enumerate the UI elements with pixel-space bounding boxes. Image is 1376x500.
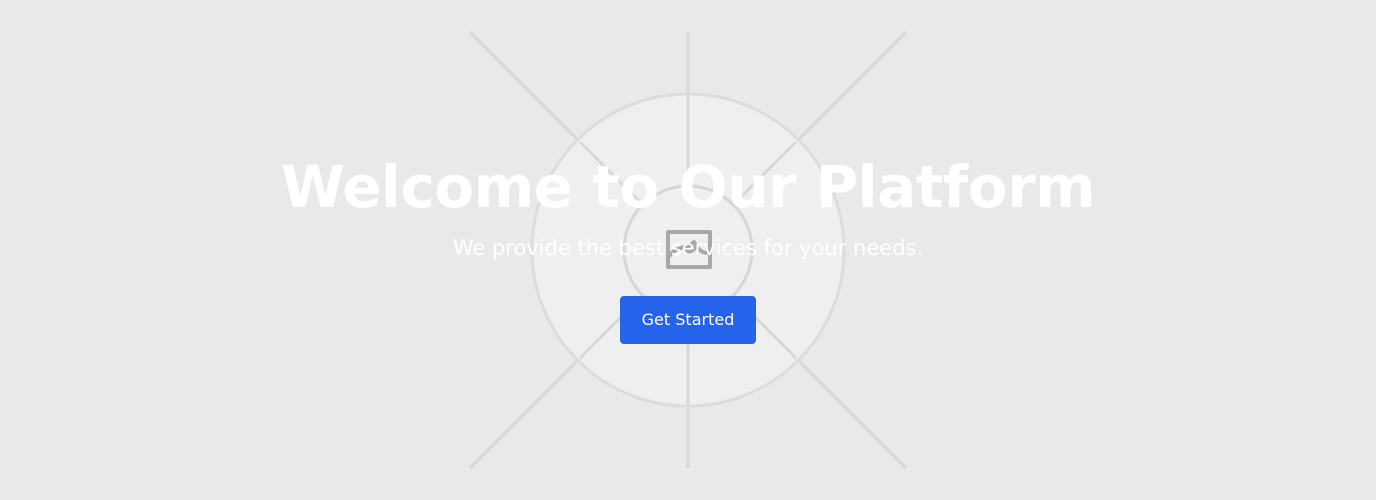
hero-section: Welcome to Our Platform We provide the b… — [0, 0, 1376, 500]
hero-subtitle: We provide the best services for your ne… — [452, 236, 924, 260]
get-started-button[interactable]: Get Started — [620, 296, 756, 344]
hero-content: Welcome to Our Platform We provide the b… — [0, 0, 1376, 500]
hero-title: Welcome to Our Platform — [280, 153, 1096, 221]
